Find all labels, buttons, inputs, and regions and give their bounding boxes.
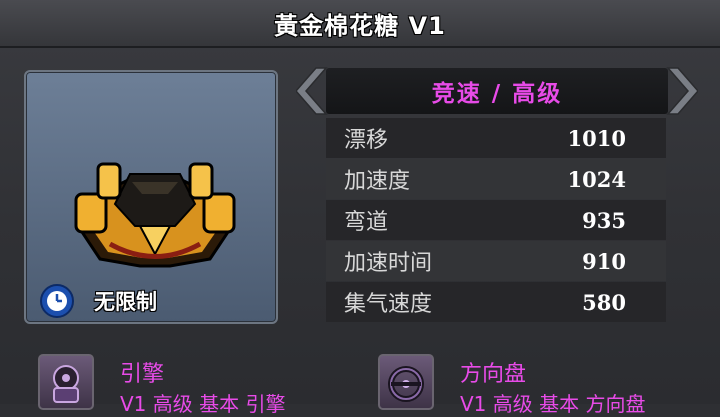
part-steering-wheel[interactable]: 方向盘 V1 高级 基本 方向盘 (378, 350, 720, 416)
part-name: 方向盘 (460, 362, 527, 387)
stat-row-charge-speed: 集气速度 580 (326, 282, 666, 322)
engine-icon (38, 354, 94, 410)
stat-label: 加速度 (344, 169, 411, 194)
part-description: V1 高级 基本 方向盘 (460, 392, 646, 416)
time-limit-label: 无限制 (94, 290, 157, 314)
part-name: 引擎 (120, 362, 165, 387)
golden-kart-image (74, 162, 236, 268)
stat-row-boost-time: 加速时间 910 (326, 241, 666, 281)
stat-label: 集气速度 (344, 292, 433, 317)
chevron-right-icon[interactable] (664, 66, 698, 116)
steering-wheel-icon (378, 354, 434, 410)
stat-value: 1010 (567, 125, 626, 151)
stat-label: 弯道 (344, 210, 389, 235)
title-bar: 黃金棉花糖 V1 (0, 0, 720, 48)
stat-row-drift: 漂移 1010 (326, 118, 666, 158)
stat-label: 加速时间 (344, 251, 433, 276)
category-selector: 竞速 / 高级 (296, 66, 698, 116)
stat-value: 935 (582, 207, 626, 233)
stats-table: 漂移 1010 加速度 1024 弯道 935 加速时间 910 集气速度 58… (326, 118, 666, 323)
stat-value: 580 (582, 289, 626, 315)
part-description: V1 高级 基本 引擎 (120, 392, 286, 416)
stat-value: 910 (582, 248, 626, 274)
kart-preview-box: 无限制 (24, 70, 278, 324)
category-label: 竞速 / 高级 (431, 81, 563, 107)
stat-value: 1024 (567, 166, 626, 192)
category-display: 竞速 / 高级 (326, 68, 668, 114)
chevron-left-icon[interactable] (296, 66, 330, 116)
kart-info-panel: 黃金棉花糖 V1 无限制 竞速 / 高级 漂移 1010 加速度 1024 弯道… (0, 0, 720, 416)
stat-label: 漂移 (344, 128, 389, 153)
clock-icon (40, 284, 74, 318)
kart-title: 黃金棉花糖 V1 (274, 11, 446, 40)
stat-row-cornering: 弯道 935 (326, 200, 666, 240)
stat-row-acceleration: 加速度 1024 (326, 159, 666, 199)
part-engine[interactable]: 引擎 V1 高级 基本 引擎 (38, 350, 368, 416)
